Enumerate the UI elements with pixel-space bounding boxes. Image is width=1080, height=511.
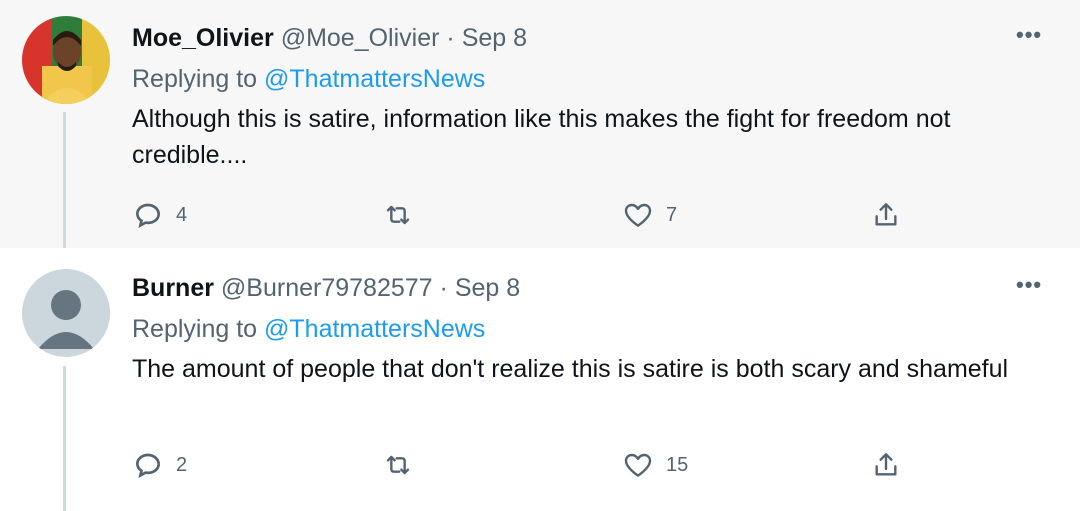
tweet-actions: 4 7 bbox=[132, 198, 912, 232]
tweet-header: Burner @Burner79782577 · Sep 8 bbox=[132, 274, 520, 303]
retweet-icon bbox=[386, 205, 410, 225]
reply-icon bbox=[135, 453, 161, 478]
tweet-header: Moe_Olivier @Moe_Olivier · Sep 8 bbox=[132, 24, 527, 53]
replying-prefix: Replying to bbox=[132, 315, 258, 343]
heart-icon bbox=[624, 453, 652, 477]
share-icon bbox=[875, 453, 897, 476]
reply-icon bbox=[135, 203, 161, 228]
tweet-text: Although this is satire, information lik… bbox=[132, 105, 951, 169]
separator: · bbox=[446, 24, 455, 52]
user-photo-icon bbox=[22, 16, 110, 104]
replying-to: Replying to @ThatmattersNews bbox=[132, 315, 485, 344]
replying-to-link[interactable]: @ThatmattersNews bbox=[264, 315, 485, 343]
default-user-icon bbox=[22, 269, 110, 357]
user-handle[interactable]: @Moe_Olivier bbox=[281, 24, 440, 52]
more-options-button[interactable]: ••• bbox=[1016, 272, 1042, 298]
more-options-button[interactable]: ••• bbox=[1016, 22, 1042, 48]
share-button[interactable] bbox=[870, 198, 902, 232]
display-name[interactable]: Moe_Olivier bbox=[132, 24, 274, 52]
tweet-text: The amount of people that don't realize … bbox=[132, 355, 1009, 383]
reply-count: 4 bbox=[176, 203, 188, 226]
tweet-date[interactable]: Sep 8 bbox=[455, 274, 520, 302]
thread-line bbox=[63, 366, 66, 511]
thread-line bbox=[63, 112, 66, 248]
tweet-actions: 2 15 bbox=[132, 448, 912, 482]
retweet-button[interactable] bbox=[382, 448, 426, 482]
user-handle[interactable]: @Burner79782577 bbox=[221, 274, 433, 302]
retweet-icon bbox=[386, 455, 410, 475]
tweet[interactable]: Burner @Burner79782577 · Sep 8 ••• Reply… bbox=[0, 248, 1080, 511]
like-count: 7 bbox=[666, 203, 678, 226]
like-button[interactable]: 7 bbox=[622, 198, 677, 232]
user-avatar[interactable] bbox=[22, 16, 110, 104]
retweet-button[interactable] bbox=[382, 198, 426, 232]
reply-button[interactable]: 4 bbox=[132, 198, 187, 232]
like-button[interactable]: 15 bbox=[622, 448, 688, 482]
reply-count: 2 bbox=[176, 453, 188, 476]
share-icon bbox=[875, 203, 897, 226]
tweet-date[interactable]: Sep 8 bbox=[462, 24, 527, 52]
replying-to: Replying to @ThatmattersNews bbox=[132, 65, 485, 94]
reply-button[interactable]: 2 bbox=[132, 448, 187, 482]
separator: · bbox=[439, 274, 448, 302]
tweet[interactable]: Moe_Olivier @Moe_Olivier · Sep 8 ••• Rep… bbox=[0, 0, 1080, 248]
display-name[interactable]: Burner bbox=[132, 274, 214, 302]
like-count: 15 bbox=[666, 453, 689, 476]
replying-prefix: Replying to bbox=[132, 65, 258, 93]
user-avatar[interactable] bbox=[22, 269, 110, 357]
replying-to-link[interactable]: @ThatmattersNews bbox=[264, 65, 485, 93]
heart-icon bbox=[624, 203, 652, 227]
share-button[interactable] bbox=[870, 448, 902, 482]
